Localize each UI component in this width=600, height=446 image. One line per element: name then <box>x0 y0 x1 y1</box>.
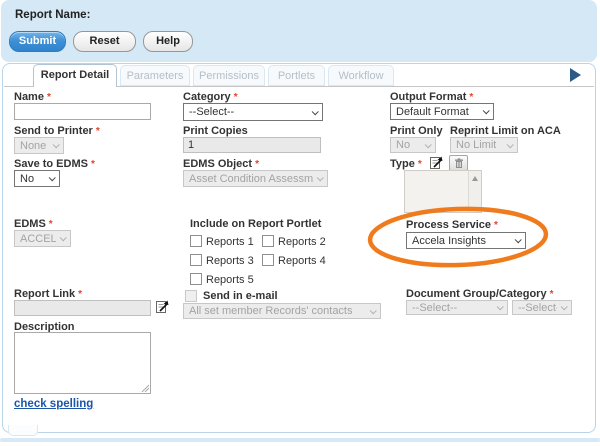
tab-report-detail[interactable]: Report Detail <box>33 64 117 87</box>
panel-bottom-notch <box>8 425 38 436</box>
required-asterisk: * <box>78 289 82 300</box>
document-group-select: --Select-- <box>406 300 508 315</box>
chevron-down-icon <box>515 236 522 243</box>
reset-button[interactable]: Reset <box>73 31 136 52</box>
chevron-down-icon <box>483 107 490 114</box>
listbox-scrollbar[interactable] <box>468 171 481 212</box>
report-link-label: Report Link* <box>14 288 82 300</box>
type-listbox[interactable] <box>404 170 482 213</box>
print-copies-input: 1 <box>183 137 321 153</box>
print-only-select: No <box>390 137 436 153</box>
required-asterisk: * <box>255 159 259 170</box>
report-link-picker-icon[interactable] <box>155 298 171 314</box>
chevron-down-icon <box>49 174 56 181</box>
required-asterisk: * <box>91 159 95 170</box>
submit-button[interactable]: Submit <box>9 31 66 52</box>
resize-grip-icon[interactable] <box>141 384 149 392</box>
chevron-down-icon <box>317 174 324 181</box>
required-asterisk: * <box>469 92 473 103</box>
checkbox-reports-3[interactable] <box>190 254 202 266</box>
document-group-label: Document Group/Category* <box>406 288 553 300</box>
chevron-down-icon <box>497 303 504 310</box>
process-service-select[interactable]: Accela Insights <box>406 232 526 249</box>
scroll-tabs-right-icon[interactable] <box>570 68 581 82</box>
trash-icon <box>454 158 464 169</box>
checkbox-reports-4[interactable] <box>262 254 274 266</box>
process-service-label: Process Service* <box>406 219 498 231</box>
send-in-email-select: All set member Records' contacts <box>183 303 381 319</box>
required-asterisk: * <box>418 159 422 170</box>
edms-select: ACCELA <box>14 230 71 247</box>
chevron-down-icon <box>60 234 67 241</box>
report-detail-window: Report Name: Submit Reset Help Report De… <box>0 0 600 446</box>
chevron-down-icon <box>312 108 319 115</box>
reprint-limit-label: Reprint Limit on ACA <box>450 125 561 137</box>
category-select[interactable]: --Select-- <box>183 103 323 121</box>
tab-portlets[interactable]: Portlets <box>268 65 325 86</box>
required-asterisk: * <box>47 92 51 103</box>
scroll-up-icon[interactable] <box>472 176 478 181</box>
checkbox-reports-1[interactable] <box>190 235 202 247</box>
check-spelling-link[interactable]: check spelling <box>14 398 93 410</box>
checkbox-reports-5[interactable] <box>190 273 202 285</box>
output-format-label: Output Format* <box>390 91 473 103</box>
edms-object-select: Asset Condition Assessment <box>183 170 328 187</box>
checkbox-reports-2[interactable] <box>262 235 274 247</box>
send-in-email-label: Send in e-mail <box>203 290 278 302</box>
tab-parameters[interactable]: Parameters <box>120 65 190 86</box>
chevron-down-icon <box>425 141 432 148</box>
required-asterisk: * <box>234 92 238 103</box>
save-to-edms-label: Save to EDMS* <box>14 158 95 170</box>
output-format-select[interactable]: Default Format <box>390 103 494 120</box>
print-copies-label: Print Copies <box>183 125 248 137</box>
required-asterisk: * <box>494 220 498 231</box>
chevron-down-icon <box>370 307 377 314</box>
chevron-down-icon <box>507 141 514 148</box>
document-category-select: --Select-- <box>512 300 572 315</box>
required-asterisk: * <box>49 219 53 230</box>
name-input[interactable] <box>14 103 151 120</box>
category-label: Category* <box>183 91 238 103</box>
chevron-down-icon <box>53 141 60 148</box>
type-delete-button[interactable] <box>449 155 468 171</box>
checkbox-reports-2-label: Reports 2 <box>278 236 326 248</box>
page-bottom-strip <box>0 438 600 442</box>
print-only-label: Print Only <box>390 125 443 137</box>
reprint-limit-select: No Limit <box>450 137 518 153</box>
checkbox-reports-4-label: Reports 4 <box>278 255 326 267</box>
tab-workflow[interactable]: Workflow <box>328 65 394 86</box>
send-to-printer-label: Send to Printer* <box>14 125 100 137</box>
edms-label: EDMS* <box>14 218 53 230</box>
checkbox-reports-1-label: Reports 1 <box>206 236 254 248</box>
save-to-edms-select[interactable]: No <box>14 170 60 187</box>
chevron-down-icon <box>561 303 568 310</box>
include-portlet-label: Include on Report Portlet <box>190 218 321 230</box>
help-button[interactable]: Help <box>143 31 193 52</box>
required-asterisk: * <box>96 126 100 137</box>
send-in-email-checkbox <box>185 290 197 302</box>
edms-object-label: EDMS Object* <box>183 158 259 170</box>
report-link-input <box>14 300 151 316</box>
tab-permissions[interactable]: Permissions <box>193 65 265 86</box>
name-label: Name* <box>14 91 51 103</box>
required-asterisk: * <box>550 289 554 300</box>
type-label: Type* <box>390 158 422 170</box>
send-to-printer-select: None <box>14 137 64 154</box>
header-panel: Report Name: Submit Reset Help <box>1 0 597 62</box>
type-picker-icon[interactable] <box>429 154 445 170</box>
description-textarea[interactable] <box>14 332 151 394</box>
checkbox-reports-5-label: Reports 5 <box>206 274 254 286</box>
report-name-label: Report Name: <box>15 9 90 21</box>
checkbox-reports-3-label: Reports 3 <box>206 255 254 267</box>
